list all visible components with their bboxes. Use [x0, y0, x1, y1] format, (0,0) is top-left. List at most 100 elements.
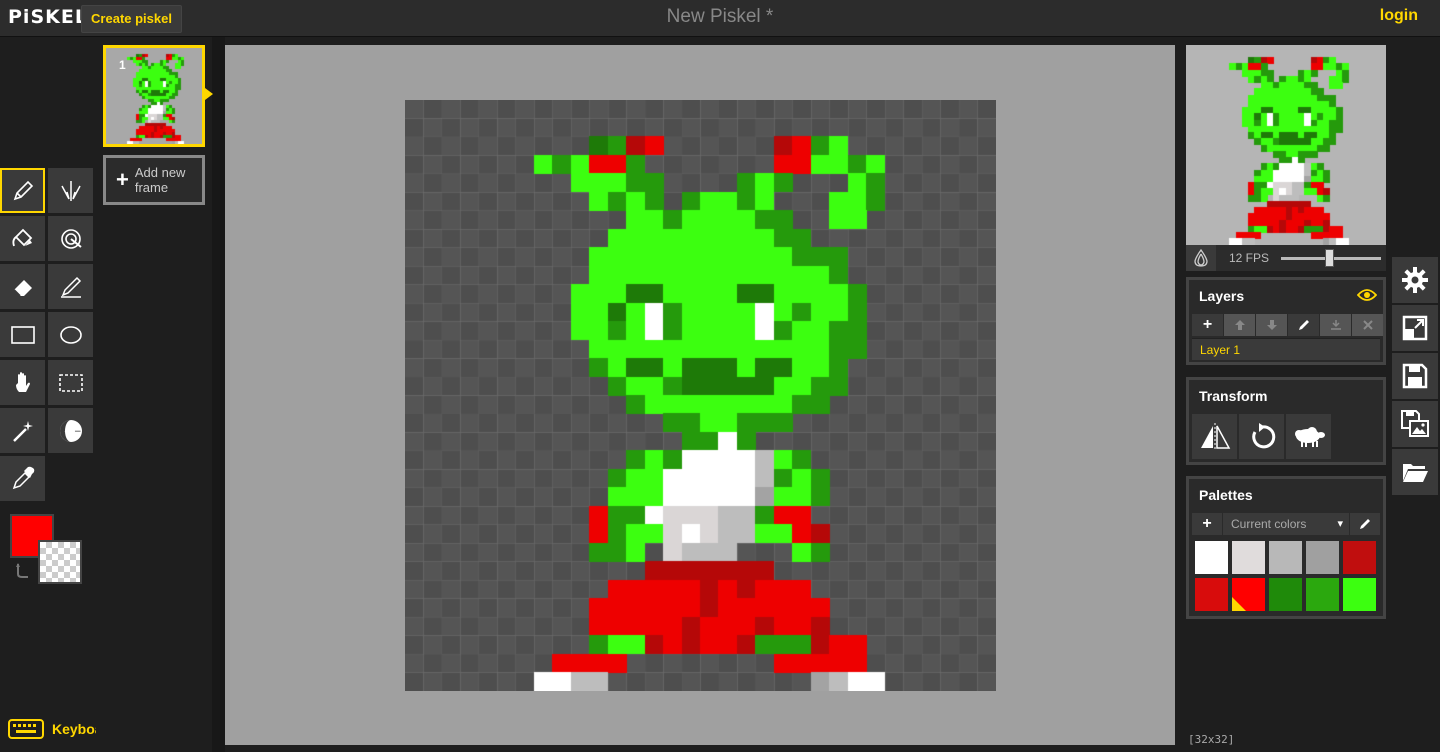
stroke-icon — [60, 276, 81, 298]
rectangle-tool[interactable] — [0, 312, 45, 357]
paint-all-same-color-tool[interactable] — [48, 216, 93, 261]
canvas-resolution: [32x32] — [1188, 733, 1235, 746]
rectangle-selection-tool[interactable] — [48, 360, 93, 405]
palette-swatch[interactable] — [1343, 578, 1376, 611]
fps-slider[interactable] — [1281, 248, 1381, 267]
eye-icon[interactable] — [1357, 288, 1377, 302]
palette-select[interactable]: Current colors — [1223, 513, 1349, 535]
color-picker-tool[interactable] — [0, 456, 45, 501]
add-frame-button[interactable]: + Add new frame — [103, 155, 205, 205]
layers-panel: Layers + Layer 1 — [1186, 277, 1386, 365]
rectangle-icon — [10, 325, 35, 344]
animation-preview — [1186, 45, 1386, 245]
move-layer-down-button[interactable] — [1256, 314, 1287, 336]
palette-swatch[interactable] — [1232, 541, 1265, 574]
keyboard-icon — [8, 719, 44, 739]
drawing-canvas[interactable] — [405, 100, 996, 691]
palette-swatch[interactable] — [1195, 578, 1228, 611]
document-title[interactable]: New Piskel * — [560, 6, 880, 28]
palette-swatch[interactable] — [1195, 541, 1228, 574]
transform-title: Transform — [1199, 388, 1268, 404]
add-palette-button[interactable]: + — [1192, 513, 1222, 535]
frame-thumbnail[interactable]: 1 — [103, 45, 213, 147]
svg-text:−: − — [74, 427, 82, 437]
pencil-icon — [1360, 519, 1370, 529]
flip-icon — [1200, 422, 1230, 451]
eraser-tool[interactable] — [0, 264, 45, 309]
save-button[interactable] — [1392, 353, 1438, 399]
fps-slider-knob[interactable] — [1325, 248, 1334, 267]
frame-number: 1 — [119, 58, 126, 72]
plus-icon: + — [1202, 316, 1213, 333]
vertical-mirror-pen-tool[interactable] — [48, 168, 93, 213]
merge-icon — [1330, 320, 1341, 330]
palette-swatch[interactable] — [1343, 541, 1376, 574]
eraser-icon — [12, 279, 32, 297]
lighten-tool[interactable]: + − — [48, 408, 93, 453]
piskel-logo[interactable]: PiSKEL — [8, 6, 88, 28]
transform-panel: Transform — [1186, 377, 1386, 465]
palette-swatches — [1195, 541, 1376, 611]
swap-colors-icon[interactable] — [14, 562, 32, 580]
drawing-area[interactable] — [225, 45, 1175, 745]
shape-selection-tool[interactable] — [0, 408, 45, 453]
palette-toolbar: + Current colors — [1192, 513, 1380, 535]
palette-swatch[interactable] — [1232, 578, 1265, 611]
rotate-icon — [1251, 422, 1275, 448]
create-piskel-button[interactable]: Create piskel — [81, 5, 182, 33]
hand-icon — [15, 371, 30, 392]
open-button[interactable] — [1392, 449, 1438, 495]
add-layer-button[interactable]: + — [1192, 314, 1223, 336]
palette-swatch[interactable] — [1306, 541, 1339, 574]
column-separator — [212, 37, 225, 752]
palette-swatch[interactable] — [1269, 578, 1302, 611]
edit-palette-button[interactable] — [1350, 513, 1380, 535]
onion-icon — [1194, 249, 1208, 267]
add-frame-label: Add new frame — [134, 165, 186, 195]
settings-button[interactable] — [1392, 257, 1438, 303]
move-tool[interactable] — [0, 360, 45, 405]
rotate-button[interactable] — [1239, 414, 1284, 459]
gear-icon — [1402, 267, 1428, 293]
resize-icon — [1402, 315, 1428, 341]
palettes-panel: Palettes + Current colors — [1186, 476, 1386, 619]
save-icon — [1402, 363, 1428, 389]
circle-icon — [59, 325, 82, 344]
login-link[interactable]: login — [1380, 7, 1418, 25]
pencil-icon — [1298, 320, 1309, 330]
color-selector — [10, 514, 86, 586]
merge-layer-button[interactable] — [1320, 314, 1351, 336]
paint-bucket-tool[interactable] — [0, 216, 45, 261]
secondary-color-swatch[interactable] — [38, 540, 82, 584]
export-button[interactable] — [1392, 401, 1438, 447]
circle-tool[interactable] — [48, 312, 93, 357]
palettes-title: Palettes — [1199, 487, 1253, 503]
magic-wand-icon — [12, 420, 33, 442]
export-image-icon — [1401, 410, 1429, 437]
pen-icon — [13, 180, 33, 200]
magic-bucket-icon — [60, 228, 82, 249]
flip-button[interactable] — [1192, 414, 1237, 459]
resize-button[interactable] — [1392, 305, 1438, 351]
layer-toolbar: + — [1192, 314, 1383, 336]
edit-layer-button[interactable] — [1288, 314, 1319, 336]
clone-layer-button[interactable] — [1286, 414, 1331, 459]
eyedropper-icon — [12, 466, 34, 489]
bucket-icon — [11, 228, 32, 246]
layer-item[interactable]: Layer 1 — [1192, 338, 1380, 360]
selection-icon — [58, 373, 83, 392]
pen-tool[interactable] — [0, 168, 45, 213]
palette-swatch[interactable] — [1269, 541, 1302, 574]
move-layer-up-button[interactable] — [1224, 314, 1255, 336]
sheep-icon — [1294, 426, 1325, 447]
close-icon — [1362, 320, 1373, 330]
arrow-up-icon — [1234, 320, 1245, 330]
palette-swatch[interactable] — [1306, 578, 1339, 611]
fps-label: 12 FPS — [1229, 251, 1270, 265]
folder-icon — [1403, 464, 1428, 482]
arrow-down-icon — [1266, 320, 1277, 330]
onion-skin-toggle[interactable] — [1186, 245, 1216, 271]
lighten-icon: + − — [59, 419, 82, 442]
stroke-tool[interactable] — [48, 264, 93, 309]
delete-layer-button[interactable] — [1352, 314, 1383, 336]
